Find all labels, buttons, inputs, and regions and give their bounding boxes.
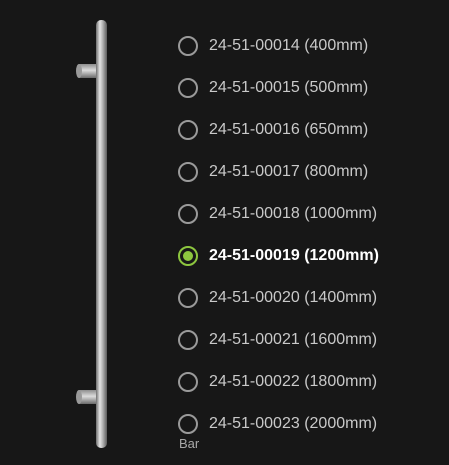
size-option-label: 24-51-00018 (1000mm) — [209, 205, 378, 222]
radio-unselected-icon[interactable] — [178, 204, 198, 224]
size-option[interactable]: 24-51-00021 (1600mm) — [178, 319, 438, 361]
radio-unselected-icon[interactable] — [178, 78, 198, 98]
pull-handle-image — [76, 20, 107, 448]
size-option[interactable]: 24-51-00019 (1200mm) — [178, 235, 438, 277]
size-option-list: 24-51-00014 (400mm) 24-51-00015 (500mm) 24… — [178, 25, 438, 445]
radio-unselected-icon[interactable] — [178, 288, 198, 308]
image-caption: Bar — [179, 436, 200, 451]
size-option-label: 24-51-00020 (1400mm) — [209, 289, 378, 306]
radio-unselected-icon[interactable] — [178, 120, 198, 140]
radio-selected-icon[interactable] — [178, 246, 198, 266]
size-option[interactable]: 24-51-00015 (500mm) — [178, 67, 438, 109]
radio-unselected-icon[interactable] — [178, 372, 198, 392]
size-option-label: 24-51-00015 (500mm) — [209, 79, 369, 96]
size-option-label: 24-51-00022 (1800mm) — [209, 373, 378, 390]
radio-unselected-icon[interactable] — [178, 162, 198, 182]
size-option-label: 24-51-00014 (400mm) — [209, 37, 369, 54]
size-option[interactable]: 24-51-00020 (1400mm) — [178, 277, 438, 319]
size-option[interactable]: 24-51-00022 (1800mm) — [178, 361, 438, 403]
size-option[interactable]: 24-51-00016 (650mm) — [178, 109, 438, 151]
size-option-label: 24-51-00023 (2000mm) — [209, 415, 378, 432]
size-option-label: 24-51-00019 (1200mm) — [209, 247, 379, 264]
size-option-label: 24-51-00016 (650mm) — [209, 121, 369, 138]
size-option[interactable]: 24-51-00014 (400mm) — [178, 25, 438, 67]
radio-unselected-icon[interactable] — [178, 36, 198, 56]
size-option-label: 24-51-00021 (1600mm) — [209, 331, 378, 348]
radio-unselected-icon[interactable] — [178, 414, 198, 434]
size-option[interactable]: 24-51-00023 (2000mm) — [178, 403, 438, 445]
size-option[interactable]: 24-51-00018 (1000mm) — [178, 193, 438, 235]
radio-unselected-icon[interactable] — [178, 330, 198, 350]
size-option[interactable]: 24-51-00017 (800mm) — [178, 151, 438, 193]
size-option-label: 24-51-00017 (800mm) — [209, 163, 369, 180]
